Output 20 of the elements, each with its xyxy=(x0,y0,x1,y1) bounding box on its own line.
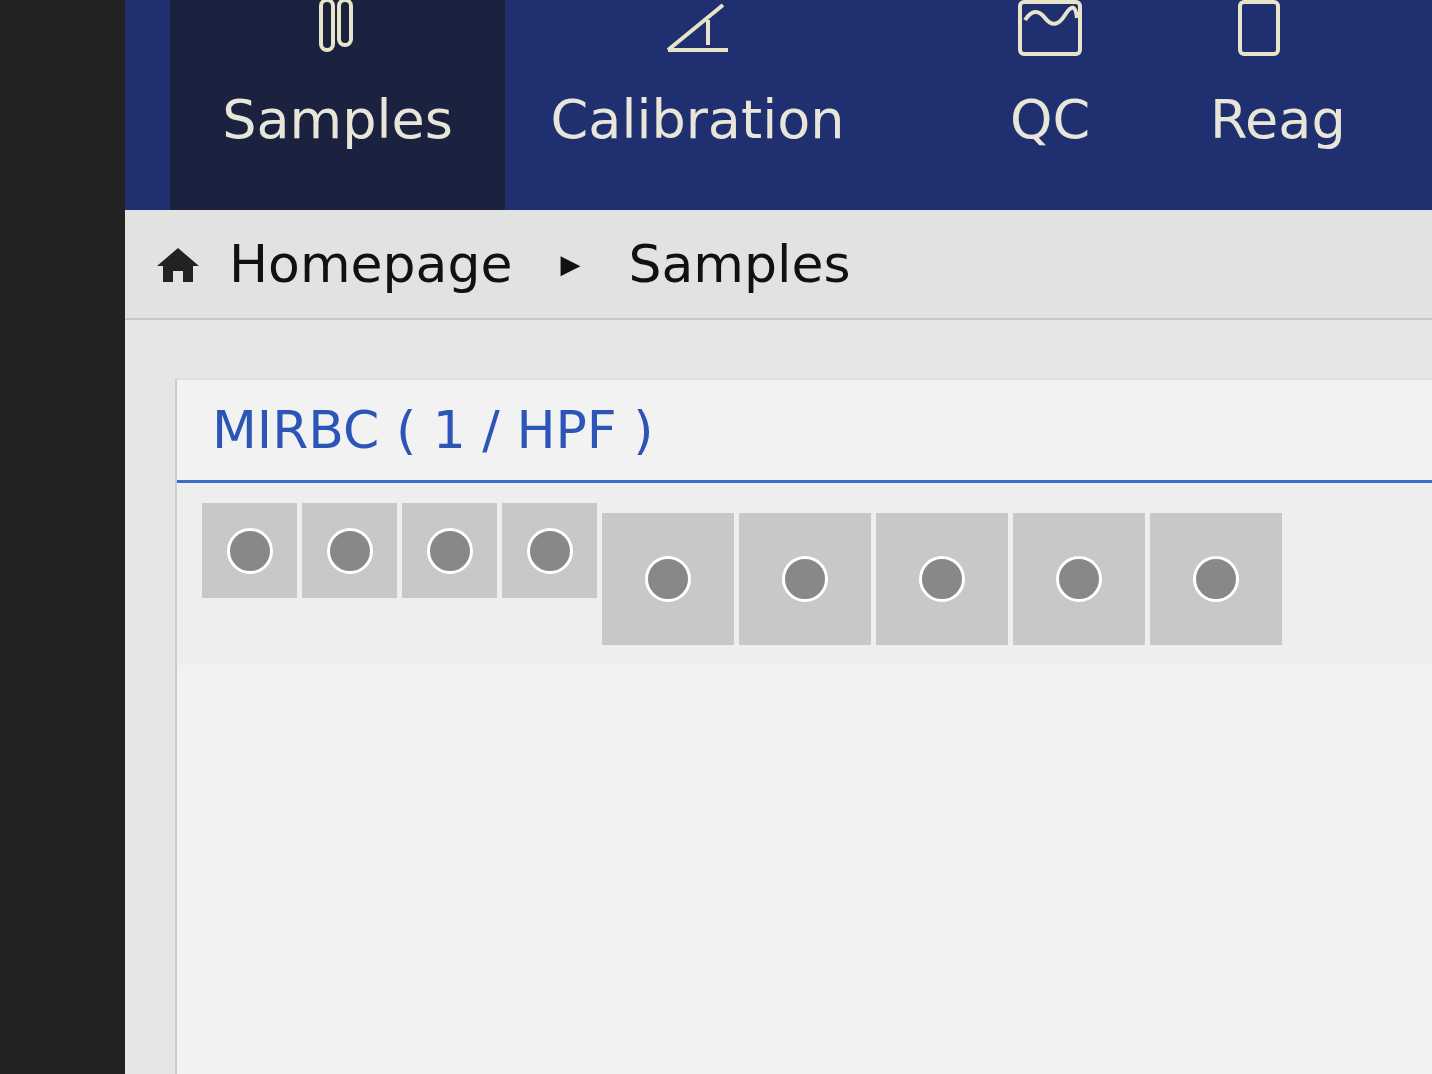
cell-image-placeholder[interactable] xyxy=(739,513,871,645)
test-tubes-icon xyxy=(318,0,353,52)
breadcrumb-item[interactable]: Homepage xyxy=(229,234,513,294)
nav-tab[interactable]: Calibration xyxy=(505,0,890,210)
cell-image-placeholder[interactable] xyxy=(1150,513,1282,645)
cell-image-placeholder[interactable] xyxy=(602,513,734,645)
wave-chart-icon xyxy=(1018,0,1082,56)
breadcrumb-item[interactable]: Samples xyxy=(628,234,851,294)
cell-image-placeholder[interactable] xyxy=(202,503,297,598)
cell-image-placeholder[interactable] xyxy=(402,503,497,598)
cell-image-placeholder[interactable] xyxy=(502,503,597,598)
reagent-box-icon xyxy=(1238,0,1280,56)
cell-image-placeholder[interactable] xyxy=(302,503,397,598)
cell-image-placeholder[interactable] xyxy=(876,513,1008,645)
nav-tab[interactable]: Samples xyxy=(170,0,505,210)
nav-tab[interactable]: Reag xyxy=(1210,0,1350,210)
breadcrumb-separator: ▶ xyxy=(560,249,581,279)
nav-tab[interactable]: QC xyxy=(890,0,1210,210)
triangle-ruler-icon xyxy=(665,3,730,52)
cell-image-placeholder[interactable] xyxy=(1013,513,1145,645)
